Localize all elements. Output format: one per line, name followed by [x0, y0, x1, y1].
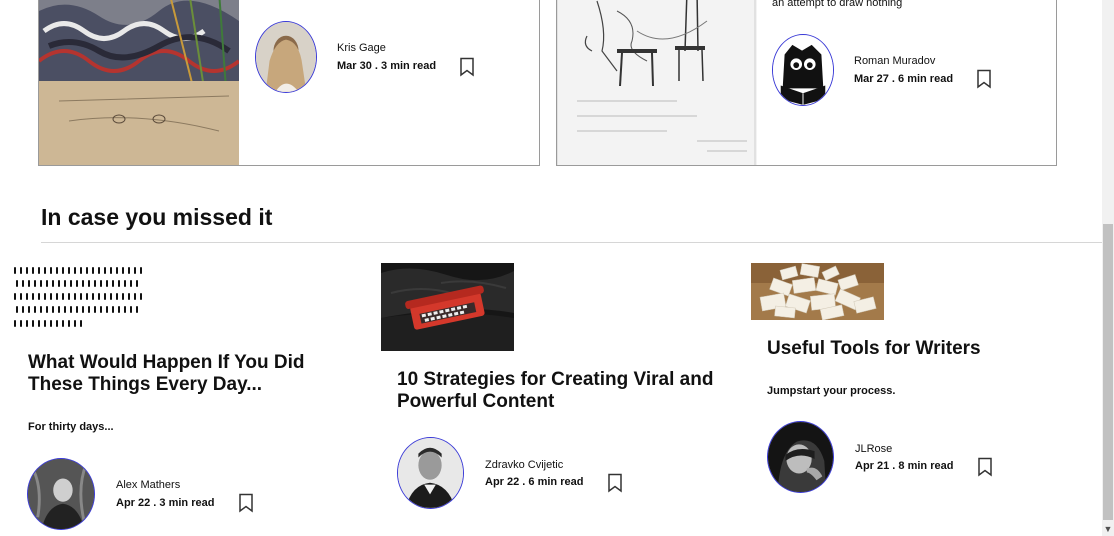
article-thumbnail-dashes[interactable] [12, 263, 144, 333]
section-title: In case you missed it [41, 204, 273, 230]
bookmark-icon[interactable] [238, 493, 254, 513]
article-subtitle: Jumpstart your process. [767, 385, 896, 397]
author-name[interactable]: Zdravko Cvijetic [485, 459, 563, 471]
article-card-alex-mathers[interactable]: What Would Happen If You Did These Thing… [12, 263, 352, 533]
article-title[interactable]: Useful Tools for Writers [767, 338, 1087, 360]
article-subtitle: For thirty days... [28, 421, 114, 433]
article-thumbnail-typewriter[interactable] [381, 263, 514, 351]
story-title[interactable]: an attempt to draw nothing [772, 0, 902, 9]
author-name[interactable]: JLRose [855, 443, 892, 455]
bookmark-icon[interactable] [459, 57, 475, 77]
story-card-kris-gage[interactable]: Kris Gage Mar 30 . 3 min read [38, 0, 540, 166]
article-card-zdravko-cvijetic[interactable]: 10 Strategies for Creating Viral and Pow… [381, 263, 721, 533]
story-card-roman-muradov[interactable]: an attempt to draw nothing Roman Muradov… [556, 0, 1057, 166]
story-thumbnail-graffiti[interactable] [39, 0, 241, 165]
bookmark-icon[interactable] [607, 473, 623, 493]
article-meta: Apr 22 . 3 min read [116, 497, 215, 509]
author-avatar[interactable] [255, 21, 317, 93]
article-card-jlrose[interactable]: Useful Tools for Writers Jumpstart your … [751, 263, 1091, 533]
story-meta: Mar 30 . 3 min read [337, 60, 437, 72]
author-name[interactable]: Roman Muradov [854, 55, 935, 67]
author-avatar[interactable] [767, 421, 834, 493]
bookmark-icon[interactable] [977, 457, 993, 477]
page-scrollbar[interactable]: ▼ [1102, 0, 1114, 536]
author-name[interactable]: Alex Mathers [116, 479, 180, 491]
article-title[interactable]: 10 Strategies for Creating Viral and Pow… [397, 369, 717, 413]
author-avatar[interactable] [772, 34, 834, 106]
section-divider [41, 242, 1102, 243]
story-thumbnail-sketch[interactable] [557, 0, 757, 165]
scroll-down-arrow-icon[interactable]: ▼ [1102, 522, 1114, 536]
scrollbar-thumb[interactable] [1103, 224, 1113, 520]
author-avatar[interactable] [397, 437, 464, 509]
bookmark-icon[interactable] [976, 69, 992, 89]
article-title[interactable]: What Would Happen If You Did These Thing… [28, 352, 338, 396]
article-meta: Apr 22 . 6 min read [485, 476, 584, 488]
author-avatar[interactable] [27, 458, 95, 530]
author-name[interactable]: Kris Gage [337, 42, 386, 54]
article-meta: Apr 21 . 8 min read [855, 460, 954, 472]
story-meta: Mar 27 . 6 min read [854, 73, 954, 85]
article-thumbnail-papers[interactable] [751, 263, 884, 320]
